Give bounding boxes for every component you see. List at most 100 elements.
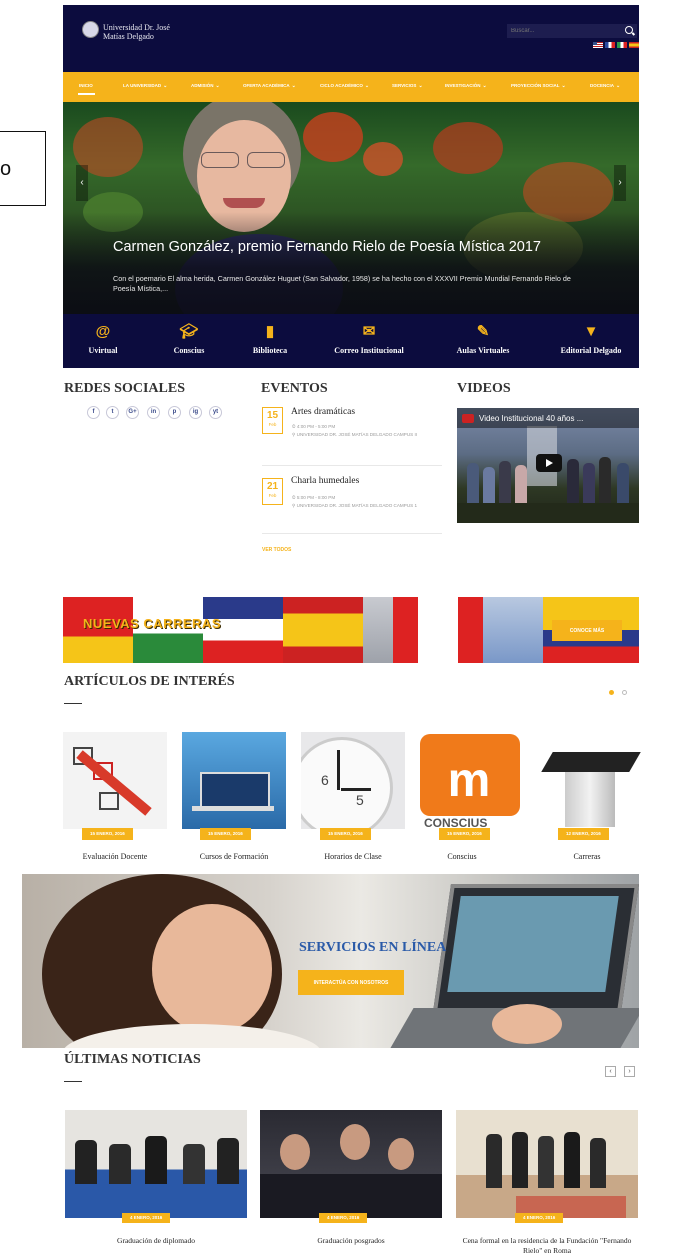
search-icon[interactable] xyxy=(625,26,633,34)
event-date-badge: 15 Feb xyxy=(262,407,283,434)
news-date-badge: 4 ENERO, 2016 xyxy=(515,1213,564,1223)
chevron-down-icon: ⌄ xyxy=(482,83,487,89)
nav-item-admision[interactable]: ADMISIÓN ⌄ xyxy=(191,83,220,89)
interactua-button[interactable]: INTERACTÚA CON NOSOTROS xyxy=(298,970,404,995)
article-caption[interactable]: Horarios de Clase xyxy=(301,852,405,861)
video-player[interactable]: Video Institucional 40 años ... xyxy=(457,408,639,523)
article-caption[interactable]: Carreras xyxy=(535,852,639,861)
conoce-mas-button[interactable]: CONOCE MÁS xyxy=(552,620,622,641)
pinterest-icon[interactable]: p xyxy=(168,406,181,419)
careers-label: NUEVAS CARRERAS xyxy=(83,616,221,631)
fr-flag-icon[interactable] xyxy=(605,42,615,48)
online-services-banner xyxy=(22,874,639,1048)
event-location: ⚲ UNIVERSIDAD DR. JOSÉ MATÍAS DELGADO CA… xyxy=(292,503,418,508)
nav-item-la-universidad[interactable]: LA UNIVERSIDAD ⌄ xyxy=(123,83,167,89)
it-flag-icon[interactable] xyxy=(617,42,627,48)
cropped-fragment-text: o xyxy=(0,158,12,180)
section-underline xyxy=(64,1081,82,1082)
quick-link-biblioteca[interactable]: ▮ Biblioteca xyxy=(225,318,315,355)
videos-title: VIDEOS xyxy=(457,381,511,396)
section-underline xyxy=(64,703,82,704)
quick-link-aulas-virtuales[interactable]: ✎ Aulas Virtuales xyxy=(438,318,528,355)
article-image-evaluacion[interactable] xyxy=(63,732,167,829)
video-title[interactable]: Video Institucional 40 años ... xyxy=(479,414,583,423)
youtube-logo-icon xyxy=(462,414,474,423)
search-box xyxy=(507,24,637,38)
article-image-conscius[interactable]: m CONSCIUS xyxy=(420,732,524,829)
nav-item-proyeccion-social[interactable]: PROYECCIÓN SOCIAL ⌄ xyxy=(511,83,566,89)
article-caption[interactable]: Cursos de Formación xyxy=(182,852,286,861)
chevron-down-icon: ⌄ xyxy=(291,83,296,89)
twitter-icon[interactable]: t xyxy=(106,406,119,419)
social-title: REDES SOCIALES xyxy=(64,381,185,396)
hero-title[interactable]: Carmen González, premio Fernando Rielo d… xyxy=(113,239,541,255)
chevron-left-icon: ‹ xyxy=(609,1068,612,1075)
hero-next-arrow[interactable]: › xyxy=(614,165,626,201)
hero-prev-arrow[interactable]: ‹ xyxy=(76,165,88,201)
event-time: ⏲ 5:00 PM - 8:00 PM xyxy=(292,495,336,500)
nav-active-underline xyxy=(78,93,95,95)
envelope-icon: ✉ xyxy=(362,323,376,340)
event-divider xyxy=(262,465,442,466)
nav-item-inicio[interactable]: INICIO xyxy=(79,83,93,88)
article-image-horarios[interactable]: 6 5 xyxy=(301,732,405,829)
news-image-posgrados[interactable] xyxy=(260,1110,442,1218)
view-all-events-link[interactable]: VER TODOS xyxy=(262,547,291,553)
quick-link-uvirtual[interactable]: @ Uvirtual xyxy=(58,318,148,355)
chevron-down-icon: ⌄ xyxy=(616,83,621,89)
nav-item-ciclo-academico[interactable]: CICLO ACADÉMICO ⌄ xyxy=(320,83,369,89)
nav-item-servicios[interactable]: SERVICIOS ⌄ xyxy=(392,83,423,89)
event-title[interactable]: Artes dramáticas xyxy=(291,407,355,417)
article-image-carreras[interactable] xyxy=(539,732,643,829)
us-flag-icon[interactable] xyxy=(593,42,603,48)
article-image-cursos[interactable] xyxy=(182,732,286,829)
instagram-icon[interactable]: ig xyxy=(189,406,202,419)
play-icon[interactable] xyxy=(536,454,562,472)
article-date-badge: 15 ENERO, 2016 xyxy=(200,828,251,840)
article-date-badge: 15 ENERO, 2016 xyxy=(439,828,490,840)
quick-link-conscius[interactable]: 🎓︎ Conscius xyxy=(144,318,234,355)
search-input[interactable] xyxy=(511,25,611,37)
nav-item-investigacion[interactable]: INVESTIGACIÓN ⌄ xyxy=(445,83,487,89)
news-image-cena-formal[interactable] xyxy=(456,1110,638,1218)
logo-text-line2[interactable]: Matías Delgado xyxy=(103,32,154,41)
quick-link-editorial[interactable]: ▼ Editorial Delgado xyxy=(546,318,636,355)
google-plus-icon[interactable]: G+ xyxy=(126,406,139,419)
news-image-diplomado[interactable] xyxy=(65,1110,247,1218)
article-date-badge: 12 ENERO, 2016 xyxy=(558,828,609,840)
quick-link-correo[interactable]: ✉ Correo Institucional xyxy=(324,318,414,355)
university-seal-icon[interactable] xyxy=(82,21,99,38)
event-divider xyxy=(262,533,442,534)
event-date-badge: 21 Feb xyxy=(262,478,283,505)
article-date-badge: 15 ENERO, 2016 xyxy=(320,828,371,840)
chevron-down-icon: ⌄ xyxy=(364,83,370,89)
news-caption[interactable]: Graduación posgrados xyxy=(260,1236,442,1246)
online-services-title: SERVICIOS EN LÍNEA xyxy=(299,940,447,955)
es-flag-icon[interactable] xyxy=(629,42,639,48)
carousel-dot-active[interactable] xyxy=(609,690,614,695)
news-next-button[interactable]: › xyxy=(624,1066,635,1077)
youtube-icon[interactable]: yt xyxy=(209,406,222,419)
news-caption[interactable]: Graduación de diplomado xyxy=(65,1236,247,1246)
event-title[interactable]: Charla humedales xyxy=(291,476,359,486)
logo-text-line1[interactable]: Universidad Dr. José xyxy=(103,23,170,32)
news-date-badge: 4 ENERO, 2016 xyxy=(122,1213,171,1223)
article-caption[interactable]: Conscius xyxy=(410,852,514,861)
article-date-badge: 15 ENERO, 2016 xyxy=(82,828,133,840)
news-caption[interactable]: Cena formal en la residencia de la Funda… xyxy=(456,1236,638,1256)
chevron-down-icon: ⌄ xyxy=(561,83,566,89)
chevron-right-icon: › xyxy=(628,1068,631,1075)
linkedin-icon[interactable]: in xyxy=(147,406,160,419)
banner-person-face xyxy=(152,904,272,1034)
nav-item-docencia[interactable]: DOCENCIA ⌄ xyxy=(590,83,620,89)
article-caption[interactable]: Evaluación Docente xyxy=(63,852,167,861)
book-icon: ▮ xyxy=(265,323,275,340)
facebook-icon[interactable]: f xyxy=(87,406,100,419)
nav-item-oferta-academica[interactable]: OFERTA ACADÉMICA ⌄ xyxy=(243,83,296,89)
news-prev-button[interactable]: ‹ xyxy=(605,1066,616,1077)
carousel-dot[interactable] xyxy=(622,690,627,695)
news-date-badge: 4 ENERO, 2016 xyxy=(319,1213,368,1223)
event-time: ⏲ 4:00 PM - 5:00 PM xyxy=(292,424,336,429)
graduation-cap-icon: 🎓︎ xyxy=(179,323,199,340)
hero-description: Con el poemario El alma herida, Carmen G… xyxy=(113,274,571,293)
